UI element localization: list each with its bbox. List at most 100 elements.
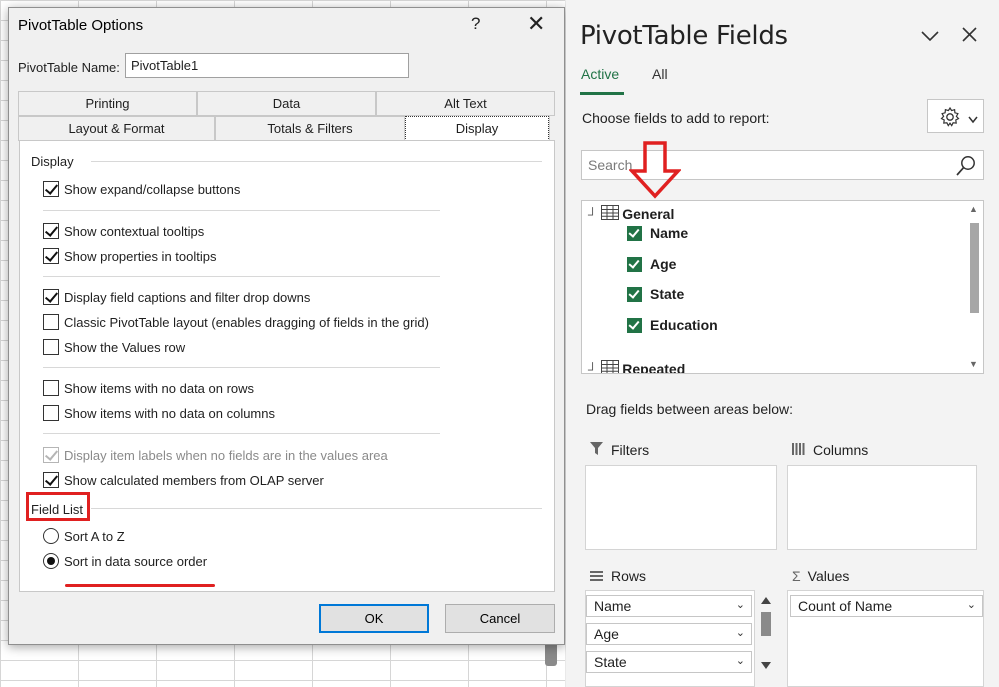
field-label: Age [650, 256, 677, 272]
radio-sort-data-source-order[interactable]: Sort in data source order [43, 552, 207, 570]
option-show-expand-collapse[interactable]: Show expand/collapse buttons [43, 180, 240, 198]
tab-printing[interactable]: Printing [18, 91, 197, 116]
checkbox[interactable] [43, 248, 59, 264]
tab-totals-filters[interactable]: Totals & Filters [215, 116, 405, 141]
area-label-text: Rows [611, 568, 647, 584]
filters-area-label: Filters [590, 442, 649, 458]
table-icon [601, 205, 620, 223]
option-show-items-no-data-columns[interactable]: Show items with no data on columns [43, 404, 275, 422]
option-label: Show properties in tooltips [64, 248, 217, 264]
field-label: Name [650, 225, 689, 241]
option-display-field-captions[interactable]: Display field captions and filter drop d… [43, 288, 310, 306]
gear-icon [939, 106, 961, 131]
tab-display[interactable]: Display [404, 115, 550, 142]
area-label-text: Filters [611, 442, 650, 458]
option-label: Show contextual tooltips [64, 223, 205, 239]
field-group-repeated[interactable]: ┘ Repeated [588, 360, 685, 374]
tree-connector: ┘ [588, 206, 598, 222]
pivottable-name-input[interactable]: PivotTable1 [125, 53, 409, 78]
chevron-down-icon [968, 112, 978, 127]
chevron-down-icon: ⌄ [966, 599, 976, 611]
field-label: Education [650, 317, 718, 333]
rows-field-name[interactable]: Name ⌄ [586, 595, 752, 617]
checkbox-checked[interactable] [627, 256, 642, 272]
chevron-down-icon: ⌄ [735, 655, 745, 667]
tab-active[interactable]: Active [581, 66, 619, 82]
annotation-down-arrow [628, 141, 682, 202]
group-label: General [622, 206, 675, 222]
field-item-education[interactable]: Education [627, 317, 718, 333]
tab-data[interactable]: Data [197, 91, 376, 116]
checkbox-checked[interactable] [627, 286, 642, 302]
rows-area-scrollbar[interactable] [760, 596, 772, 672]
option-label: Show the Values row [64, 339, 186, 355]
checkbox[interactable] [43, 339, 59, 355]
field-item-state[interactable]: State [627, 286, 684, 302]
radio-sort-a-to-z[interactable]: Sort A to Z [43, 527, 125, 545]
chevron-down-icon: ⌄ [735, 599, 745, 611]
cancel-button[interactable]: Cancel [445, 604, 555, 633]
close-icon[interactable]: ✕ [527, 11, 545, 37]
option-label: Classic PivotTable layout (enables dragg… [64, 314, 429, 330]
columns-area-label: Columns [792, 442, 868, 458]
scrollbar-thumb[interactable] [970, 223, 979, 313]
field-group-general[interactable]: ┘ General [588, 205, 674, 223]
option-show-items-no-data-rows[interactable]: Show items with no data on rows [43, 379, 254, 397]
values-area-label: Σ Values [792, 568, 849, 584]
field-label: State [650, 286, 685, 302]
tools-button[interactable] [927, 99, 984, 133]
checkbox[interactable] [43, 405, 59, 421]
checkbox[interactable] [43, 289, 59, 305]
table-icon [601, 360, 620, 373]
scroll-down-icon[interactable]: ▼ [969, 359, 978, 369]
field-list-divider [91, 508, 542, 509]
scroll-up-icon[interactable]: ▲ [969, 204, 978, 214]
checkbox[interactable] [43, 472, 59, 488]
tab-alt-text[interactable]: Alt Text [376, 91, 555, 116]
active-tab-indicator [580, 92, 624, 95]
filters-drop-area[interactable] [585, 465, 777, 550]
display-section-divider [91, 161, 542, 162]
drag-fields-label: Drag fields between areas below: [586, 401, 794, 417]
option-label: Show items with no data on rows [64, 380, 255, 396]
checkbox[interactable] [43, 181, 59, 197]
field-chip-label: Age [594, 626, 619, 642]
option-show-properties-in-tooltips[interactable]: Show properties in tooltips [43, 247, 216, 265]
radio-button[interactable] [43, 528, 59, 544]
checkbox[interactable] [43, 223, 59, 239]
display-tab-panel [19, 140, 555, 592]
option-label: Sort in data source order [64, 553, 208, 569]
pivottable-fields-pane: PivotTable Fields Active All Choose fiel… [566, 0, 999, 687]
columns-drop-area[interactable] [787, 465, 977, 550]
option-classic-layout[interactable]: Classic PivotTable layout (enables dragg… [43, 313, 429, 331]
close-pane-icon[interactable] [962, 24, 977, 48]
option-label: Show calculated members from OLAP server [64, 472, 324, 488]
checkbox[interactable] [43, 380, 59, 396]
pane-title: PivotTable Fields [580, 21, 788, 51]
checkbox[interactable] [43, 314, 59, 330]
field-item-age[interactable]: Age [627, 256, 676, 272]
checkbox-checked[interactable] [627, 317, 642, 333]
rows-field-state[interactable]: State ⌄ [586, 651, 752, 673]
rows-field-age[interactable]: Age ⌄ [586, 623, 752, 645]
checkbox-checked[interactable] [627, 225, 642, 241]
field-item-name[interactable]: Name [627, 225, 688, 241]
option-show-contextual-tooltips[interactable]: Show contextual tooltips [43, 222, 204, 240]
option-show-values-row[interactable]: Show the Values row [43, 338, 185, 356]
annotation-underline [65, 584, 215, 587]
radio-button[interactable] [43, 553, 59, 569]
values-field-count-of-name[interactable]: Count of Name ⌄ [790, 595, 983, 617]
tree-connector: ┘ [588, 361, 598, 374]
tab-layout-format[interactable]: Layout & Format [18, 116, 215, 141]
chevron-down-icon[interactable] [921, 26, 939, 47]
field-list-scrollbar[interactable]: ▲ ▼ [966, 201, 983, 373]
ok-button[interactable]: OK [319, 604, 429, 633]
divider [43, 367, 440, 368]
tab-all[interactable]: All [652, 66, 668, 82]
help-icon[interactable]: ? [471, 14, 480, 34]
checkbox [43, 447, 59, 463]
field-list: ┘ General Name Age State Education ┘ Rep… [581, 200, 984, 374]
display-section-label: Display [31, 154, 74, 169]
divider [43, 433, 440, 434]
option-show-calculated-members[interactable]: Show calculated members from OLAP server [43, 471, 324, 489]
